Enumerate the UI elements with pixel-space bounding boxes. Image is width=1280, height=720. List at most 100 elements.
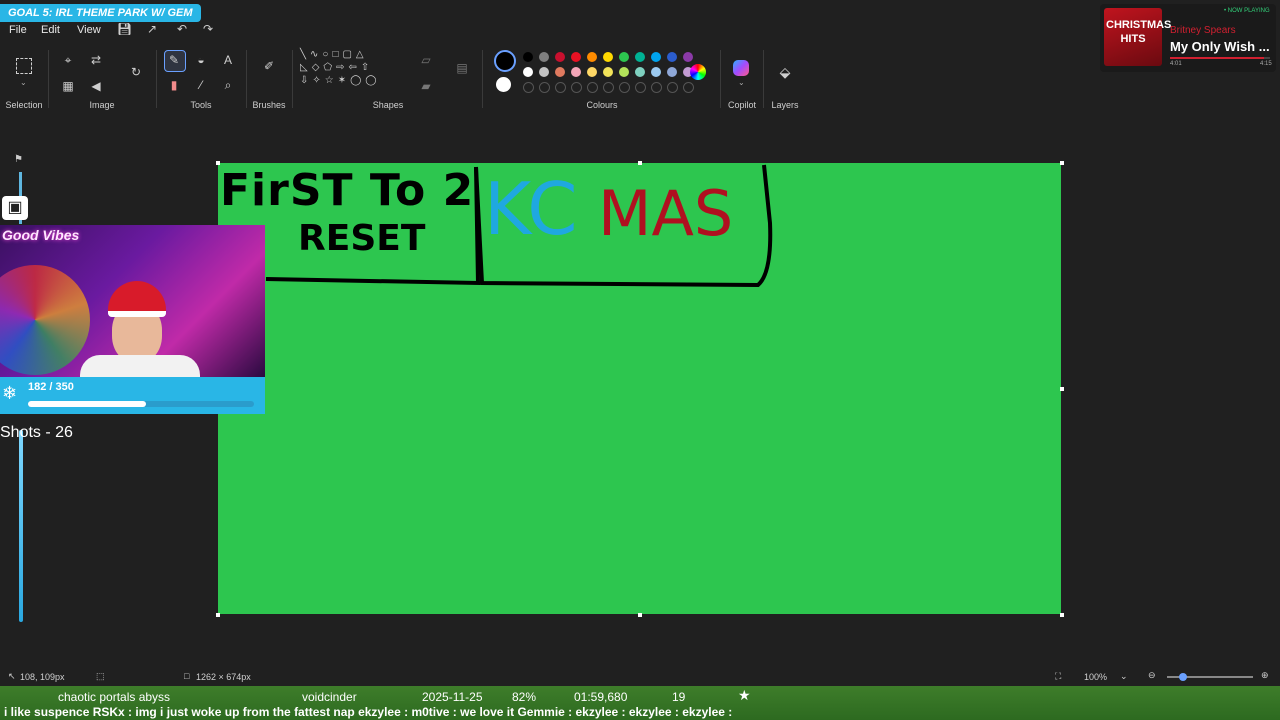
- custom-color-slot[interactable]: [667, 82, 678, 93]
- palette-row-1-swatch[interactable]: [603, 52, 613, 62]
- canvas-handle-top-right[interactable]: [1060, 161, 1064, 165]
- canvas-handle-top-left[interactable]: [216, 161, 220, 165]
- save-icon[interactable]: 💾︎: [117, 22, 132, 36]
- separator: [246, 50, 247, 108]
- track-artist: Britney Spears: [1170, 25, 1236, 36]
- ticker-item-6: 19: [672, 690, 686, 704]
- share-icon[interactable]: ↗: [147, 22, 157, 36]
- menu-view[interactable]: View: [77, 24, 101, 36]
- eraser-icon[interactable]: ▮: [166, 77, 182, 93]
- crop-icon[interactable]: ⌖: [60, 52, 76, 68]
- palette-row-1-swatch[interactable]: [539, 52, 549, 62]
- custom-color-slot[interactable]: [635, 82, 646, 93]
- zoom-in-icon[interactable]: ⊕: [1261, 670, 1269, 681]
- ticker-item-5: 01:59,680: [574, 690, 628, 704]
- canvas-handle-bottom-left[interactable]: [216, 613, 220, 617]
- resize-icon[interactable]: ⇄: [88, 52, 104, 68]
- canvas-handle-top-mid[interactable]: [638, 161, 642, 165]
- group-label-shapes: Shapes: [372, 100, 404, 110]
- goal-banner: GOAL 5: IRL THEME PARK W/ GEM: [0, 4, 201, 22]
- shapes-gallery[interactable]: ╲∿○□▢△ ◺◇⬠⇨⇦⇧ ⇩✧☆✶◯◯: [300, 48, 408, 98]
- zoom-select[interactable]: 100%: [1084, 672, 1107, 682]
- group-label-colours: Colours: [586, 100, 618, 110]
- zoom-dropdown-icon[interactable]: ⌄: [1120, 671, 1128, 682]
- copilot-dropdown-icon[interactable]: ⌄: [738, 78, 745, 87]
- palette-row-1-swatch[interactable]: [523, 52, 533, 62]
- fill-shape-icon[interactable]: ▰: [418, 78, 434, 94]
- zoom-slider-thumb[interactable]: [1179, 673, 1187, 681]
- custom-color-slot[interactable]: [587, 82, 598, 93]
- brush-icon[interactable]: ✐: [261, 58, 277, 74]
- secondary-color-button[interactable]: [496, 77, 511, 92]
- palette-row-1-swatch[interactable]: [635, 52, 645, 62]
- shape-more-icon[interactable]: ▤: [454, 60, 470, 76]
- streamer-shirt: [80, 355, 200, 377]
- album-title: CHRISTMAS HITS: [1106, 19, 1172, 45]
- group-label-copilot: Copilot: [727, 100, 756, 110]
- palette-row-1-swatch[interactable]: [667, 52, 677, 62]
- canvas-handle-bottom-right[interactable]: [1060, 613, 1064, 617]
- custom-color-slot[interactable]: [555, 82, 566, 93]
- goal-progress-fill: [28, 401, 146, 407]
- layers-icon[interactable]: ⬙: [777, 64, 793, 80]
- magnifier-icon[interactable]: ⌕: [220, 77, 236, 93]
- separator: [763, 50, 764, 108]
- custom-color-slot[interactable]: [619, 82, 630, 93]
- menu-bar: File Edit View 💾︎ ↗ ↶ ↷: [0, 22, 230, 38]
- palette-row-2-swatch[interactable]: [587, 67, 597, 77]
- fill-icon[interactable]: ◒: [193, 52, 209, 68]
- custom-color-slot[interactable]: [571, 82, 582, 93]
- copilot-icon[interactable]: [733, 60, 749, 76]
- text-icon[interactable]: A: [220, 52, 236, 68]
- selection-dropdown-icon[interactable]: ⌄: [20, 78, 27, 87]
- zoom-out-icon[interactable]: ⊖: [1148, 670, 1156, 681]
- palette-row-1-swatch[interactable]: [619, 52, 629, 62]
- undo-icon[interactable]: ↶: [177, 22, 187, 36]
- palette-row-2-swatch[interactable]: [555, 67, 565, 77]
- custom-color-slot[interactable]: [603, 82, 614, 93]
- palette-row-2-swatch[interactable]: [667, 67, 677, 77]
- drawing-canvas[interactable]: FirST To 2 RESET KC MAS: [218, 163, 1061, 614]
- canvas-size: 1262 × 674px: [196, 672, 251, 682]
- separator: [292, 50, 293, 108]
- custom-color-slot[interactable]: [539, 82, 550, 93]
- canvas-handle-bottom-mid[interactable]: [638, 613, 642, 617]
- palette-row-1-swatch[interactable]: [651, 52, 661, 62]
- select-all-icon[interactable]: ▦: [60, 78, 76, 94]
- custom-color-slot[interactable]: [651, 82, 662, 93]
- shots-counter: Shots - 26: [0, 424, 73, 441]
- selection-tool-icon[interactable]: [16, 58, 32, 74]
- palette-row-2-swatch[interactable]: [523, 67, 533, 77]
- palette-row-2-swatch[interactable]: [571, 67, 581, 77]
- edit-colors-icon[interactable]: [690, 64, 706, 80]
- primary-color-button[interactable]: [494, 50, 516, 72]
- outline-icon[interactable]: ▱: [418, 52, 434, 68]
- palette-row-2-swatch[interactable]: [619, 67, 629, 77]
- canvas-handle-mid-right[interactable]: [1060, 387, 1064, 391]
- ticker-item-3: 2025-11-25: [422, 690, 483, 704]
- cursor-icon: ↖: [8, 671, 16, 681]
- custom-color-slot[interactable]: [683, 82, 694, 93]
- fit-to-window-icon[interactable]: ⛶: [1055, 671, 1061, 682]
- group-label-layers: Layers: [771, 100, 799, 110]
- palette-row-2-swatch[interactable]: [539, 67, 549, 77]
- palette-row-2-swatch[interactable]: [603, 67, 613, 77]
- redo-icon[interactable]: ↷: [203, 22, 213, 36]
- track-progress-bar: [1170, 57, 1270, 59]
- palette-row-1-swatch[interactable]: [571, 52, 581, 62]
- zoom-slider[interactable]: [1167, 673, 1253, 681]
- palette-row-1-swatch[interactable]: [587, 52, 597, 62]
- palette-row-1-swatch[interactable]: [555, 52, 565, 62]
- chat-ticker: i like suspence RSKx : img i just woke u…: [4, 705, 733, 719]
- color-picker-icon[interactable]: ⁄: [193, 77, 209, 93]
- left-vertical-bar: [19, 430, 23, 622]
- palette-row-2-swatch[interactable]: [635, 67, 645, 77]
- palette-row-1-swatch[interactable]: [683, 52, 693, 62]
- palette-row-2-swatch[interactable]: [651, 67, 661, 77]
- flip-icon[interactable]: ◀: [88, 78, 104, 94]
- ticker-item-4: 82%: [512, 690, 537, 704]
- menu-file[interactable]: File: [9, 24, 27, 36]
- custom-color-slot[interactable]: [523, 82, 534, 93]
- rotate-icon[interactable]: ↻: [128, 64, 144, 80]
- menu-edit[interactable]: Edit: [41, 24, 60, 36]
